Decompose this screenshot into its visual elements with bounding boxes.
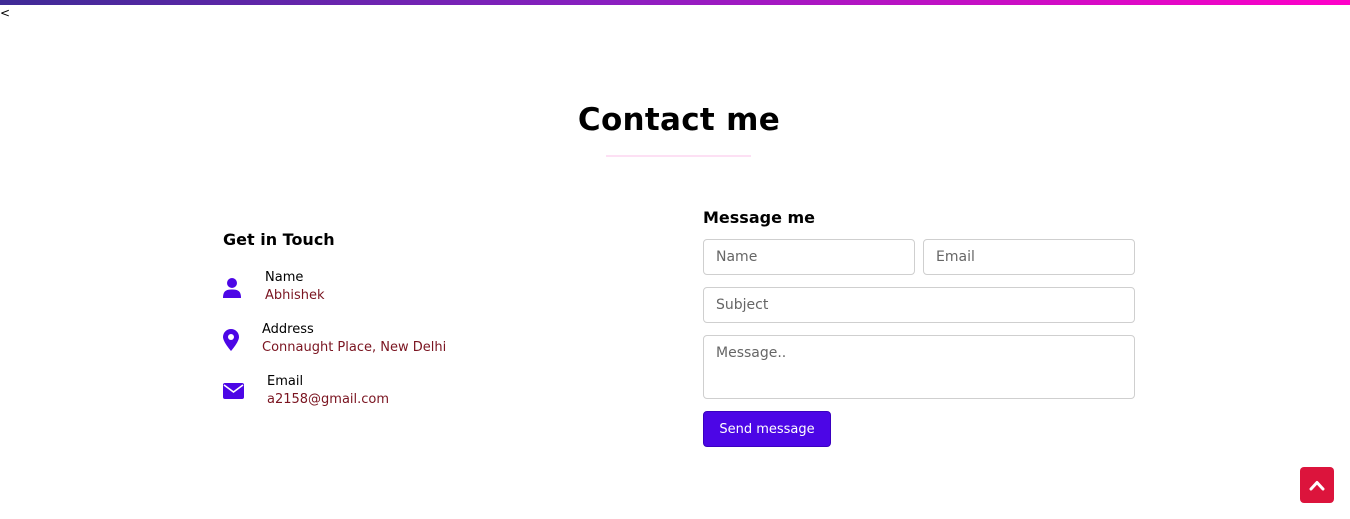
info-label: Address [262, 322, 314, 337]
info-value: Connaught Place, New Delhi [262, 340, 447, 355]
chevron-up-icon [1309, 476, 1325, 495]
name-input[interactable] [703, 239, 915, 275]
form-heading: Message me [703, 208, 816, 227]
map-marker-icon [223, 329, 245, 351]
top-gradient-bar [0, 0, 1350, 5]
stray-text: < [0, 6, 11, 20]
envelope-icon [223, 383, 245, 405]
title-underline [606, 155, 751, 157]
info-label: Email [267, 374, 304, 389]
user-icon [223, 277, 245, 299]
message-textarea[interactable] [703, 335, 1135, 399]
info-heading: Get in Touch [223, 230, 335, 249]
scroll-to-top-button[interactable] [1300, 467, 1334, 503]
send-message-button[interactable]: Send message [703, 411, 831, 447]
email-input[interactable] [923, 239, 1135, 275]
info-value: Abhishek [265, 288, 325, 303]
section-title: Contact me [577, 102, 781, 138]
subject-input[interactable] [703, 287, 1135, 323]
info-label: Name [265, 270, 304, 285]
info-value: a2158@gmail.com [267, 392, 390, 407]
